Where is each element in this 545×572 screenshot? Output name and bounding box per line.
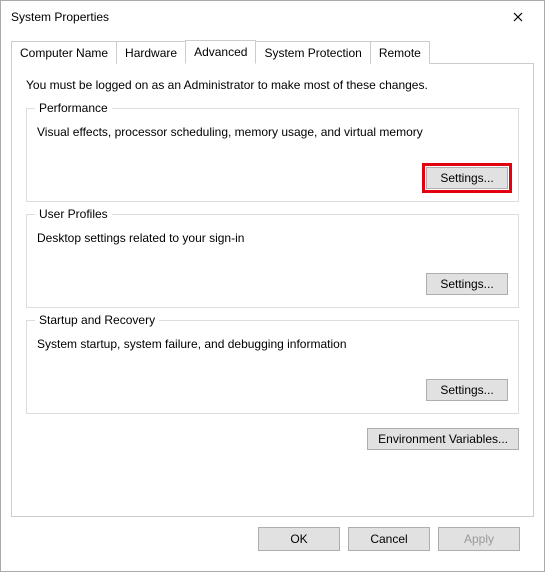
user-profiles-desc: Desktop settings related to your sign-in — [37, 231, 508, 245]
user-profiles-button-row: Settings... — [37, 273, 508, 295]
titlebar: System Properties — [1, 1, 544, 33]
apply-button[interactable]: Apply — [438, 527, 520, 551]
tab-system-protection[interactable]: System Protection — [255, 41, 370, 64]
user-profiles-legend: User Profiles — [35, 207, 112, 221]
admin-warning-text: You must be logged on as an Administrato… — [26, 78, 519, 92]
startup-recovery-group: Startup and Recovery System startup, sys… — [26, 320, 519, 414]
performance-group: Performance Visual effects, processor sc… — [26, 108, 519, 202]
startup-recovery-desc: System startup, system failure, and debu… — [37, 337, 508, 351]
window-title: System Properties — [11, 10, 109, 24]
ok-button[interactable]: OK — [258, 527, 340, 551]
startup-recovery-legend: Startup and Recovery — [35, 313, 159, 327]
startup-recovery-settings-button[interactable]: Settings... — [426, 379, 508, 401]
user-profiles-group: User Profiles Desktop settings related t… — [26, 214, 519, 308]
dialog-footer: OK Cancel Apply — [11, 517, 534, 561]
performance-legend: Performance — [35, 101, 112, 115]
system-properties-window: System Properties Computer Name Hardware… — [0, 0, 545, 572]
environment-variables-button[interactable]: Environment Variables... — [367, 428, 519, 450]
performance-desc: Visual effects, processor scheduling, me… — [37, 125, 508, 139]
user-profiles-settings-button[interactable]: Settings... — [426, 273, 508, 295]
tab-strip: Computer Name Hardware Advanced System P… — [11, 39, 534, 63]
close-icon — [513, 12, 523, 22]
tab-remote[interactable]: Remote — [370, 41, 430, 64]
tab-hardware[interactable]: Hardware — [116, 41, 186, 64]
close-button[interactable] — [502, 5, 534, 29]
cancel-button[interactable]: Cancel — [348, 527, 430, 551]
tab-computer-name[interactable]: Computer Name — [11, 41, 117, 64]
tab-panel-advanced: You must be logged on as an Administrato… — [11, 63, 534, 517]
tab-advanced[interactable]: Advanced — [185, 40, 256, 64]
performance-settings-button[interactable]: Settings... — [426, 167, 508, 189]
content-area: Computer Name Hardware Advanced System P… — [1, 33, 544, 571]
performance-button-row: Settings... — [37, 167, 508, 189]
startup-recovery-button-row: Settings... — [37, 379, 508, 401]
env-vars-row: Environment Variables... — [26, 428, 519, 450]
